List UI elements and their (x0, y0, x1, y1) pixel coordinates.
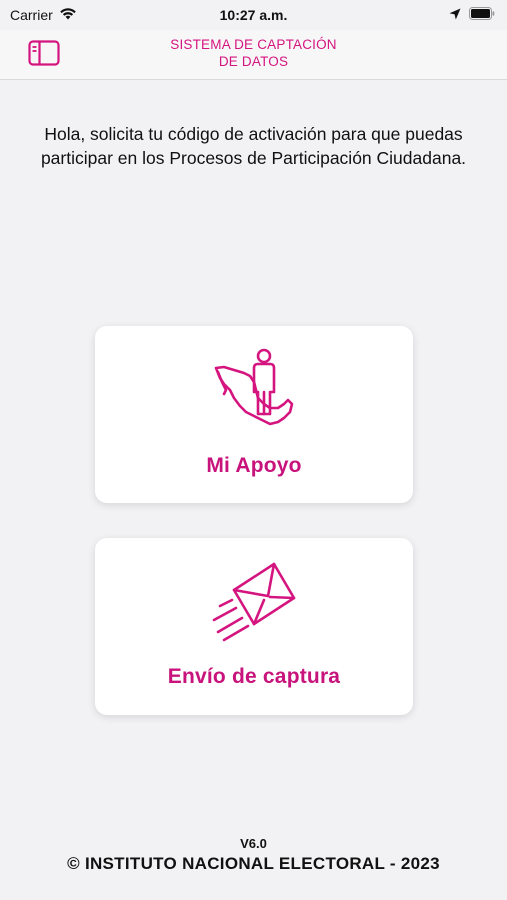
envio-captura-card[interactable]: Envío de captura (95, 538, 413, 715)
battery-icon (469, 7, 495, 23)
sidebar-toggle-button[interactable] (27, 39, 61, 67)
map-person-icon (214, 348, 294, 426)
nav-title-line1: SISTEMA DE CAPTACIÓN (170, 37, 337, 52)
mi-apoyo-label: Mi Apoyo (206, 454, 302, 477)
status-left: Carrier (10, 7, 77, 23)
envio-captura-label: Envío de captura (167, 665, 341, 688)
location-arrow-icon (449, 7, 461, 23)
nav-title: SISTEMA DE CAPTACIÓN DE DATOS (130, 36, 377, 70)
status-right (449, 7, 495, 23)
wifi-icon (59, 7, 77, 23)
sidebar-icon (28, 40, 60, 66)
nav-bar: SISTEMA DE CAPTACIÓN DE DATOS (0, 30, 507, 80)
footer-copyright: © INSTITUTO NACIONAL ELECTORAL - 2023 (67, 854, 440, 873)
status-bar: Carrier 10:27 a.m. (0, 0, 507, 30)
nav-title-line2: DE DATOS (218, 54, 289, 69)
version-label: V6.0 (240, 836, 267, 851)
send-envelope-icon (212, 562, 296, 642)
mi-apoyo-card[interactable]: Mi Apoyo (95, 326, 413, 503)
intro-text: Hola, solicita tu código de activación p… (40, 124, 467, 168)
carrier-label: Carrier (10, 7, 53, 23)
